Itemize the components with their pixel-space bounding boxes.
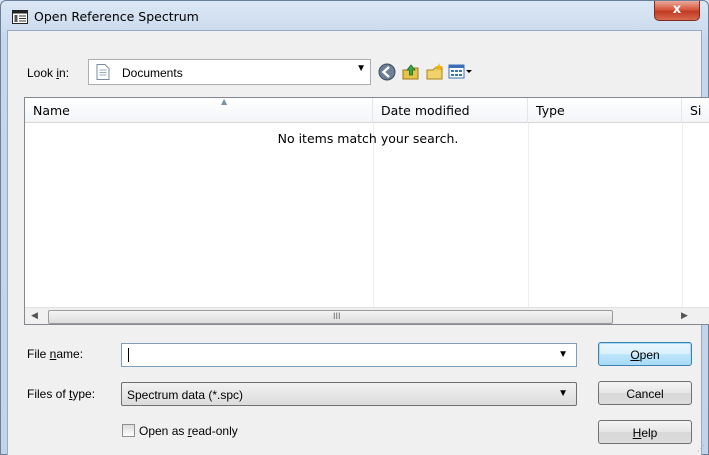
file-name-combo[interactable]: ▼ <box>121 343 577 367</box>
column-header-size[interactable]: Si <box>682 98 709 123</box>
file-type-value: Spectrum data (*.spc) <box>127 388 244 402</box>
cancel-button[interactable]: Cancel <box>598 381 692 405</box>
open-button[interactable]: Open <box>598 342 692 366</box>
column-divider <box>682 123 683 313</box>
chevron-down-icon[interactable]: ▼ <box>558 349 568 360</box>
scroll-right-icon[interactable]: ▶ <box>681 310 688 321</box>
resize-grip-icon[interactable]: ⋰ <box>697 444 705 453</box>
help-button[interactable]: Help <box>598 420 692 444</box>
sort-ascending-icon: ▲ <box>221 97 228 106</box>
chevron-down-icon[interactable]: ▼ <box>356 63 366 74</box>
new-folder-icon[interactable] <box>425 62 445 82</box>
column-divider <box>528 123 529 313</box>
read-only-checkbox[interactable] <box>122 424 135 437</box>
close-icon: x <box>672 2 682 17</box>
scrollbar-grip: III <box>333 311 341 321</box>
column-header-date-modified[interactable]: Date modified <box>373 98 528 123</box>
look-in-value: Documents <box>122 66 183 80</box>
view-menu-icon[interactable] <box>448 62 474 82</box>
documents-folder-icon <box>96 64 110 80</box>
back-icon[interactable] <box>377 62 397 82</box>
read-only-label[interactable]: Open as read-only <box>139 424 238 438</box>
dialog-app-icon <box>12 10 28 24</box>
column-divider <box>373 123 374 313</box>
horizontal-scrollbar[interactable]: ◀ III ▶ <box>25 307 709 324</box>
column-header-row: Name ▲ Date modified Type Si <box>25 98 709 123</box>
up-folder-icon[interactable] <box>401 62 421 82</box>
close-button[interactable]: x <box>654 1 700 21</box>
column-header-name[interactable]: Name ▲ <box>25 98 373 123</box>
dialog-title: Open Reference Spectrum <box>34 9 199 24</box>
column-header-type[interactable]: Type <box>528 98 682 123</box>
scroll-left-icon[interactable]: ◀ <box>31 310 38 321</box>
empty-list-message: No items match your search. <box>277 131 459 146</box>
look-in-combo[interactable]: Documents ▼ <box>88 59 371 85</box>
file-type-label: Files of type: <box>27 387 96 401</box>
title-bar[interactable]: Open Reference Spectrum x <box>1 1 708 31</box>
chevron-down-icon[interactable]: ▼ <box>558 388 568 399</box>
text-caret <box>128 348 129 362</box>
file-type-select[interactable]: Spectrum data (*.spc) ▼ <box>121 382 577 406</box>
look-in-label: Look in: <box>27 66 70 80</box>
scrollbar-thumb[interactable]: III <box>48 310 613 324</box>
file-name-label: File name: <box>27 347 84 361</box>
file-list-view[interactable]: Name ▲ Date modified Type Si No items ma… <box>24 97 709 325</box>
